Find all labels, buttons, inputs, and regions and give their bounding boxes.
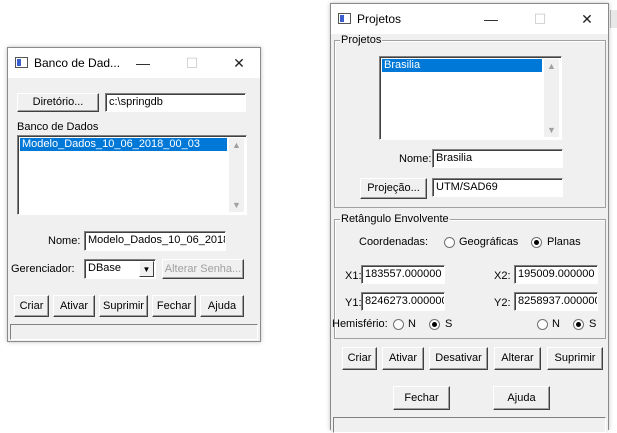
minimize-icon[interactable]: — — [133, 54, 153, 72]
projetos-window: Projetos — ☐ ✕ Projetos Brasilia ▲ ▼ Nom… — [330, 3, 609, 433]
list-item[interactable]: Modelo_Dados_10_06_2018_00_03 — [20, 138, 227, 151]
criar-button[interactable]: Criar — [14, 295, 49, 317]
projetos-titlebar[interactable]: Projetos — ☐ ✕ — [331, 4, 608, 35]
window-title: Projetos — [357, 12, 402, 26]
y1-label: Y1: — [345, 297, 362, 309]
coordenadas-label: Coordenadas: — [359, 236, 429, 248]
banco-titlebar[interactable]: Banco de Dad... — ☐ ✕ — [8, 48, 260, 79]
nome-input[interactable]: Modelo_Dados_10_06_2018 — [84, 231, 226, 251]
ativar-button[interactable]: Ativar — [53, 295, 95, 317]
maximize-icon: ☐ — [185, 55, 199, 71]
gerenciador-label: Gerenciador: — [11, 263, 75, 275]
app-icon — [338, 13, 351, 24]
ajuda-button[interactable]: Ajuda — [200, 295, 244, 317]
projecao-input: UTM/SAD69 — [432, 178, 563, 197]
diretorio-button[interactable]: Diretório... — [17, 93, 99, 112]
vertical-scrollbar[interactable]: ▲ ▼ — [229, 138, 244, 212]
ajuda-button[interactable]: Ajuda — [493, 386, 550, 410]
y1-input[interactable]: 8246273.000000 — [361, 292, 445, 311]
nome-label: Nome: — [399, 153, 432, 165]
projetos-listbox[interactable]: Brasilia ▲ ▼ — [379, 56, 562, 140]
hemisferio-left-n-label: N — [408, 318, 416, 330]
suprimir-button[interactable]: Suprimir — [547, 347, 603, 370]
x2-input[interactable]: 195009.000000 — [514, 265, 598, 284]
hemisferio-right-s-label: S — [589, 318, 597, 330]
hemisferio-right-s-radio[interactable] — [573, 319, 584, 330]
scroll-down-icon[interactable]: ▼ — [229, 200, 244, 210]
nome-label: Nome: — [48, 235, 81, 247]
banco-list-label: Banco de Dados — [17, 121, 99, 133]
alterar-button[interactable]: Alterar — [494, 347, 541, 370]
geograficas-radio[interactable] — [444, 237, 455, 248]
window-title: Banco de Dad... — [34, 56, 121, 70]
alterar-senha-button: Alterar Senha... — [162, 259, 244, 279]
hemisferio-left-n-radio[interactable] — [393, 319, 404, 330]
hemisferio-left-s-label: S — [445, 318, 453, 330]
banco-de-dados-window: Banco de Dad... — ☐ ✕ Diretório... c:\sp… — [7, 47, 261, 342]
y2-input[interactable]: 8258937.000000 — [514, 292, 598, 311]
status-bar — [333, 417, 606, 433]
scroll-up-icon[interactable]: ▲ — [544, 61, 559, 71]
hemisferio-left-s-radio[interactable] — [429, 319, 440, 330]
app-icon — [15, 57, 28, 68]
y2-label: Y2: — [494, 297, 511, 309]
criar-button[interactable]: Criar — [342, 347, 377, 370]
fechar-button[interactable]: Fechar — [393, 386, 450, 410]
suprimir-button[interactable]: Suprimir — [99, 295, 148, 317]
maximize-icon: ☐ — [533, 11, 547, 27]
minimize-icon[interactable]: — — [481, 10, 501, 28]
nome-input[interactable]: Brasilia — [432, 149, 563, 168]
close-icon[interactable]: ✕ — [577, 10, 597, 28]
fechar-button[interactable]: Fechar — [152, 295, 196, 317]
scroll-up-icon[interactable]: ▲ — [229, 140, 244, 150]
planas-radio[interactable] — [531, 237, 542, 248]
chevron-down-icon[interactable]: ▼ — [139, 261, 154, 277]
hemisferio-right-n-label: N — [552, 318, 560, 330]
banco-listbox[interactable]: Modelo_Dados_10_06_2018_00_03 ▲ ▼ — [17, 135, 247, 215]
gerenciador-value: DBase — [88, 262, 122, 274]
x1-input[interactable]: 183557.000000 — [361, 265, 445, 284]
hemisferio-right-n-radio[interactable] — [537, 319, 548, 330]
projecao-button[interactable]: Projeção... — [360, 178, 427, 199]
geograficas-label: Geográficas — [459, 236, 519, 248]
projetos-group-label: Projetos — [340, 34, 383, 46]
background-window-edge — [610, 10, 617, 28]
gerenciador-select[interactable]: DBase ▼ — [84, 259, 156, 279]
close-icon[interactable]: ✕ — [229, 54, 249, 72]
list-item[interactable]: Brasilia — [382, 59, 542, 72]
status-bar — [10, 324, 258, 340]
retangulo-group-label: Retângulo Envolvente — [340, 213, 450, 225]
ativar-button[interactable]: Ativar — [382, 347, 424, 370]
x2-label: X2: — [494, 270, 511, 282]
diretorio-input[interactable]: c:\springdb — [105, 93, 246, 112]
desativar-button[interactable]: Desativar — [429, 347, 488, 370]
scroll-down-icon[interactable]: ▼ — [544, 125, 559, 135]
vertical-scrollbar[interactable]: ▲ ▼ — [544, 59, 559, 137]
hemisferio-label: Hemisfério: — [332, 318, 388, 330]
x1-label: X1: — [345, 270, 362, 282]
planas-label: Planas — [547, 236, 581, 248]
